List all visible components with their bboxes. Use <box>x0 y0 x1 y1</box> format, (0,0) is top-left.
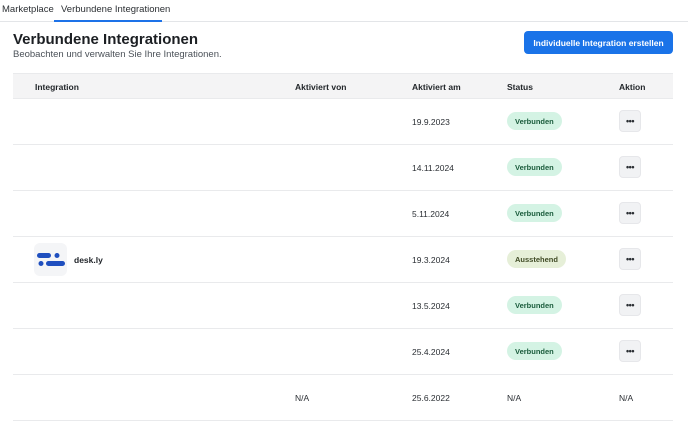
row-actions-button[interactable]: ••• <box>619 156 641 178</box>
table-row: 5.11.2024 Verbunden ••• <box>13 191 673 237</box>
more-horizontal-icon: ••• <box>626 299 634 310</box>
page-subtitle: Beobachten und verwalten Sie Ihre Integr… <box>13 49 222 60</box>
row-actions-button[interactable]: ••• <box>619 294 641 316</box>
status-text: N/A <box>507 393 522 403</box>
row-actions-button[interactable]: ••• <box>619 110 641 132</box>
more-horizontal-icon: ••• <box>626 253 634 264</box>
column-header-activated-at[interactable]: Aktiviert am <box>412 82 461 92</box>
table-row: 14.11.2024 Verbunden ••• <box>13 145 673 191</box>
activated-date: 19.9.2023 <box>412 117 450 127</box>
activated-date: 5.11.2024 <box>412 209 450 219</box>
active-tab-indicator <box>54 20 162 22</box>
activated-by: N/A <box>295 393 310 403</box>
tab-connected-integrations[interactable]: Verbundene Integrationen <box>61 4 170 15</box>
status-badge: Verbunden <box>507 342 562 360</box>
status-badge: Verbunden <box>507 204 562 222</box>
table-row: desk.ly 19.3.2024 Ausstehend ••• <box>13 237 673 283</box>
tab-marketplace[interactable]: Marketplace <box>2 4 54 15</box>
create-custom-integration-button[interactable]: Individuelle Integration erstellen <box>524 31 673 54</box>
action-text: N/A <box>619 393 634 403</box>
column-header-status[interactable]: Status <box>507 82 533 92</box>
integration-name[interactable]: desk.ly <box>74 255 103 265</box>
more-horizontal-icon: ••• <box>626 161 634 172</box>
column-header-action[interactable]: Aktion <box>619 82 645 92</box>
status-badge: Verbunden <box>507 158 562 176</box>
activated-date: 13.5.2024 <box>412 301 450 311</box>
deskly-logo-icon <box>34 243 67 276</box>
status-badge: Verbunden <box>507 112 562 130</box>
table-row: 13.5.2024 Verbunden ••• <box>13 283 673 329</box>
tab-bar: Marketplace Verbundene Integrationen <box>0 0 688 22</box>
status-badge: Verbunden <box>507 296 562 314</box>
row-actions-button[interactable]: ••• <box>619 340 641 362</box>
activated-date: 25.6.2022 <box>412 393 450 403</box>
column-header-activated-by[interactable]: Aktiviert von <box>295 82 347 92</box>
deskly-logo-shape <box>36 252 65 266</box>
row-actions-button[interactable]: ••• <box>619 202 641 224</box>
more-horizontal-icon: ••• <box>626 345 634 356</box>
activated-date: 19.3.2024 <box>412 255 450 265</box>
page-title: Verbundene Integrationen <box>13 31 199 48</box>
row-actions-button[interactable]: ••• <box>619 248 641 270</box>
table-row: 25.4.2024 Verbunden ••• <box>13 329 673 375</box>
more-horizontal-icon: ••• <box>626 115 634 126</box>
status-badge: Ausstehend <box>507 250 566 268</box>
activated-date: 14.11.2024 <box>412 163 454 173</box>
column-header-integration[interactable]: Integration <box>35 82 79 92</box>
activated-date: 25.4.2024 <box>412 347 450 357</box>
table-row: 19.9.2023 Verbunden ••• <box>13 99 673 145</box>
table-header: Integration Aktiviert von Aktiviert am S… <box>13 73 673 99</box>
table-row: N/A 25.6.2022 N/A N/A <box>13 375 673 421</box>
more-horizontal-icon: ••• <box>626 207 634 218</box>
